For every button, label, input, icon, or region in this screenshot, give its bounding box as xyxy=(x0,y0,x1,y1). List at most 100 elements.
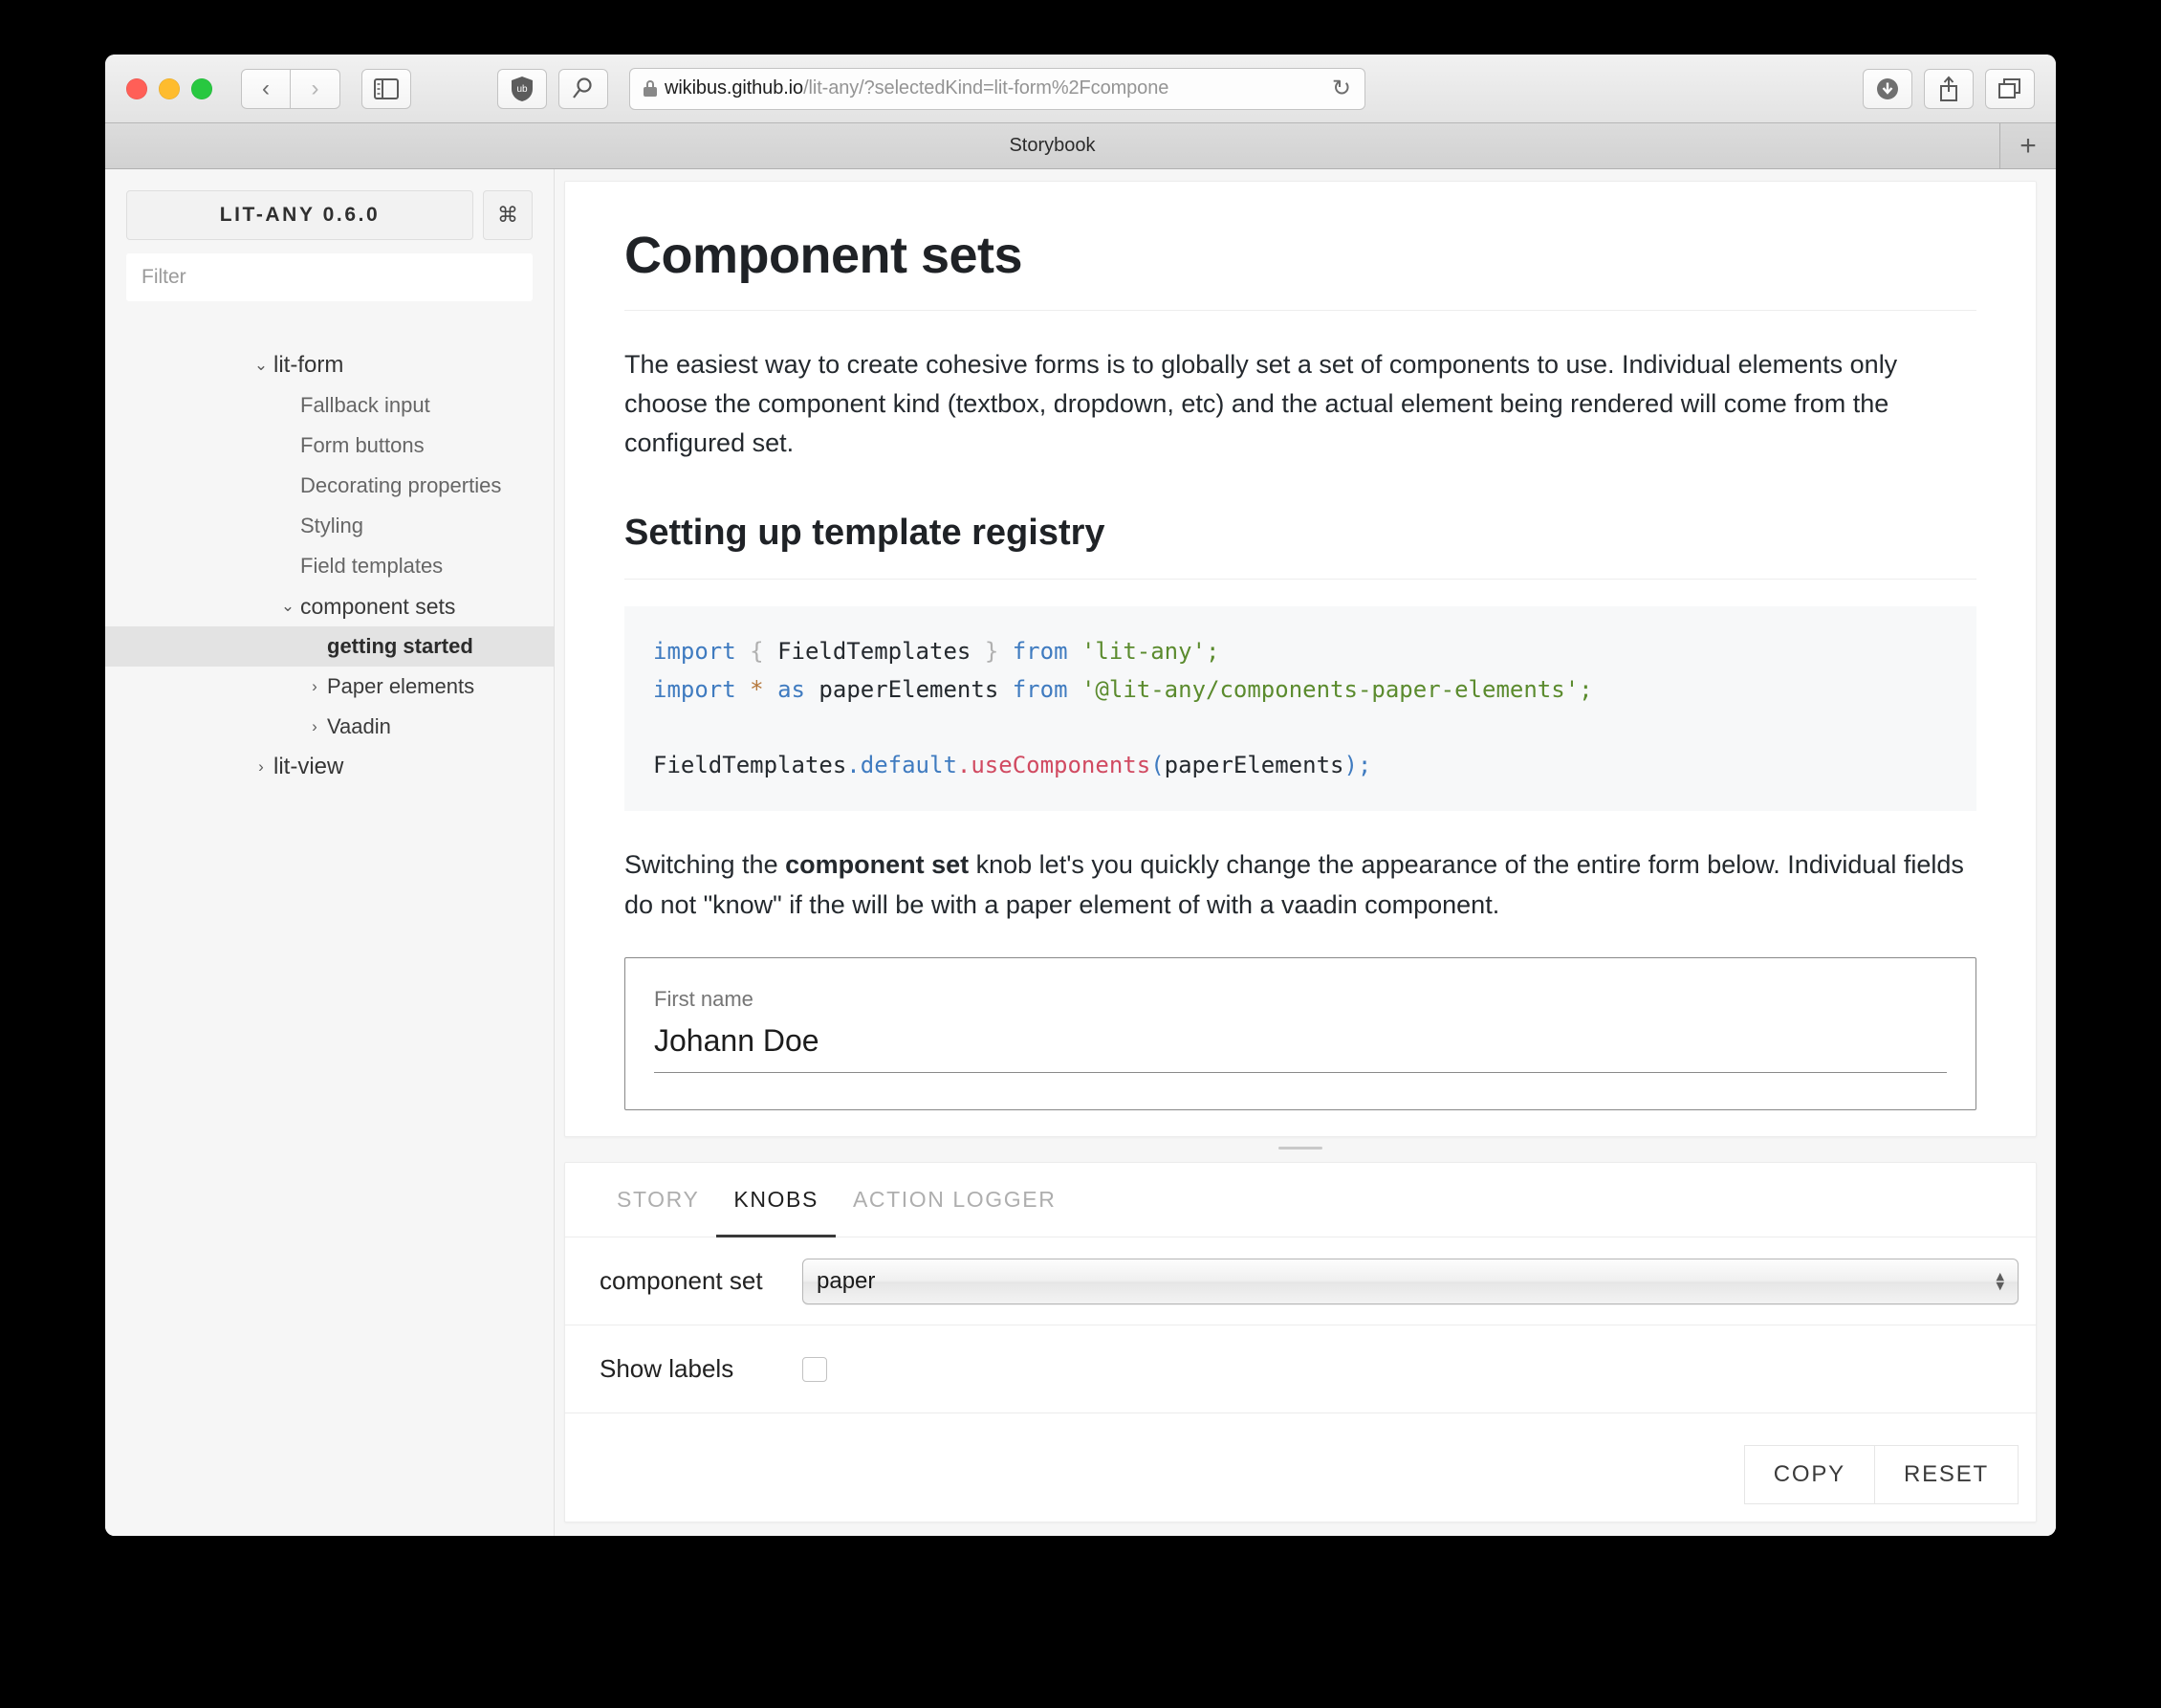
share-button[interactable] xyxy=(1924,68,1974,109)
story-tree: ⌄ lit-form Fallback input Form buttons Decor… xyxy=(105,345,554,787)
tab-overview-button[interactable] xyxy=(1985,68,2035,109)
svg-text:ub: ub xyxy=(516,84,528,95)
chevron-right-icon[interactable]: › xyxy=(249,757,273,777)
storybook-app: LIT-ANY 0.6.0 ⌘ ⌄lit-formFallback inputF… xyxy=(105,169,2056,1536)
tabs-icon xyxy=(1998,77,2020,99)
brand-title[interactable]: LIT-ANY 0.6.0 xyxy=(126,190,473,240)
sidebar-item-styling[interactable]: Styling xyxy=(105,506,554,546)
tab-knobs[interactable]: KNOBS xyxy=(716,1163,836,1237)
knob-control xyxy=(802,1356,2036,1382)
component-set-select[interactable]: paper ▴ ▾ xyxy=(802,1258,2019,1304)
addons-panel: STORY KNOBS ACTION LOGGER component set pap… xyxy=(564,1162,2037,1522)
search-icon xyxy=(573,77,592,99)
chevron-right-icon[interactable]: › xyxy=(302,717,327,736)
tab-storybook[interactable]: Storybook xyxy=(105,123,2000,168)
code-identifier-fieldtemplates: FieldTemplates xyxy=(777,638,971,666)
filter-input[interactable] xyxy=(126,253,533,301)
maximize-window-button[interactable] xyxy=(191,77,212,99)
sidebar-item-label: lit-view xyxy=(273,754,344,779)
search-button[interactable] xyxy=(558,68,608,109)
code-star: * xyxy=(750,675,764,703)
drag-grip-icon xyxy=(1278,1146,1322,1150)
sidebar-item-label: Field templates xyxy=(300,554,444,578)
body-text-before: Switching the xyxy=(624,850,786,880)
copy-button[interactable]: COPY xyxy=(1743,1445,1874,1504)
sidebar-item-lit-form[interactable]: ⌄ lit-form xyxy=(105,345,554,385)
chevron-down-icon[interactable]: ⌄ xyxy=(249,356,273,375)
story-preview: Component sets The easiest way to create… xyxy=(564,181,2037,1137)
addon-tabs: STORY KNOBS ACTION LOGGER xyxy=(565,1163,2036,1237)
page-title: Component sets xyxy=(624,227,1023,284)
first-name-field[interactable]: First name Johann Doe xyxy=(654,987,1947,1073)
downloads-button[interactable] xyxy=(1863,68,1912,109)
sidebar-item-decorating-properties[interactable]: Decorating properties xyxy=(105,466,554,506)
new-tab-button[interactable]: + xyxy=(2000,123,2056,168)
knob-row: component set paper ▴ ▾ xyxy=(565,1237,2036,1325)
address-bar[interactable]: wikibus.github.io/lit-any/?selectedKind=… xyxy=(629,67,1365,110)
sidebar-item-label: lit-form xyxy=(273,352,344,378)
knobs-list: component set paper ▴ ▾ Show labels xyxy=(565,1237,2036,1413)
first-name-value[interactable]: Johann Doe xyxy=(654,1023,1947,1072)
forward-button[interactable]: › xyxy=(291,68,340,109)
body-paragraph: Switching the component set knob let's y… xyxy=(624,845,1976,924)
command-key-icon: ⌘ xyxy=(497,203,518,227)
code-block: import { FieldTemplates } from 'lit-any'… xyxy=(624,606,1976,812)
download-icon xyxy=(1877,77,1898,99)
knob-row: Show labels xyxy=(565,1325,2036,1413)
intro-paragraph: The easiest way to create cohesive forms… xyxy=(624,350,1898,458)
sidebar-item-vaadin[interactable]: › Vaadin xyxy=(105,707,554,747)
sidebar-header: LIT-ANY 0.6.0 ⌘ xyxy=(105,190,554,240)
back-button[interactable]: ‹ xyxy=(241,68,291,109)
sidebar-item-form-buttons[interactable]: Form buttons xyxy=(105,426,554,466)
url-path: /lit-any/?selectedKind=lit-form%2Fcompon… xyxy=(803,77,1169,99)
code-brace-close: } xyxy=(984,638,999,666)
shortcuts-button[interactable]: ⌘ xyxy=(483,190,533,240)
sidebar-item-getting-started[interactable]: getting started xyxy=(105,626,554,667)
show-labels-checkbox[interactable] xyxy=(802,1356,827,1382)
chevron-down-icon: ▾ xyxy=(1996,1276,2004,1295)
panel-actions: COPY RESET xyxy=(565,1445,2036,1522)
title-divider xyxy=(624,310,1976,311)
show-sidebar-button[interactable] xyxy=(361,68,411,109)
select-stepper-icon: ▴ ▾ xyxy=(1996,1267,2004,1295)
main-area: Component sets The easiest way to create… xyxy=(555,169,2056,1536)
chevron-right-icon[interactable]: › xyxy=(302,677,327,696)
filter-wrapper xyxy=(105,240,554,301)
shield-icon: ub xyxy=(512,76,533,101)
code-argument-paperelements: paperElements xyxy=(1164,751,1344,778)
code-property-default: .default xyxy=(846,751,957,778)
sidebar-item-component-sets[interactable]: ⌄ component sets xyxy=(105,586,554,626)
sidebar-item-paper-elements[interactable]: › Paper elements xyxy=(105,667,554,707)
close-window-button[interactable] xyxy=(126,77,147,99)
panel-spacer xyxy=(565,1413,2036,1445)
sidebar-item-label: Vaadin xyxy=(327,714,391,738)
sidebar-item-label: component sets xyxy=(300,593,456,619)
code-brace-open: { xyxy=(750,638,764,666)
chevron-right-icon: › xyxy=(311,75,319,101)
first-name-label: First name xyxy=(654,986,753,1011)
sidebar-item-label: Styling xyxy=(300,514,364,537)
sidebar-item-fallback-input[interactable]: Fallback input xyxy=(105,385,554,426)
tab-action-logger[interactable]: ACTION LOGGER xyxy=(836,1163,1074,1237)
sidebar-item-label: getting started xyxy=(327,634,473,658)
code-string-2: '@lit-any/components-paper-elements'; xyxy=(1080,675,1593,703)
sidebar-item-label: Paper elements xyxy=(327,674,475,698)
form-preview: First name Johann Doe xyxy=(624,956,1976,1110)
code-string-1: 'lit-any'; xyxy=(1080,638,1220,666)
reload-icon[interactable]: ↻ xyxy=(1332,75,1351,102)
code-keyword-as: as xyxy=(777,675,805,703)
minimize-window-button[interactable] xyxy=(159,77,180,99)
reset-button[interactable]: RESET xyxy=(1873,1445,2019,1504)
sidebar-item-field-templates[interactable]: Field templates xyxy=(105,546,554,586)
section-divider xyxy=(624,579,1976,580)
ublock-origin-button[interactable]: ub xyxy=(497,68,547,109)
chevron-down-icon[interactable]: ⌄ xyxy=(275,597,300,616)
share-icon xyxy=(1940,76,1957,101)
first-name-underline xyxy=(654,1071,1947,1073)
sidebar-item-lit-view[interactable]: › lit-view xyxy=(105,747,554,787)
sidebar-icon xyxy=(374,77,399,99)
panel-resize-handle[interactable] xyxy=(564,1143,2037,1152)
code-paren-open: ( xyxy=(1150,751,1165,778)
tab-story[interactable]: STORY xyxy=(600,1163,716,1237)
plus-icon: + xyxy=(2019,129,2037,162)
